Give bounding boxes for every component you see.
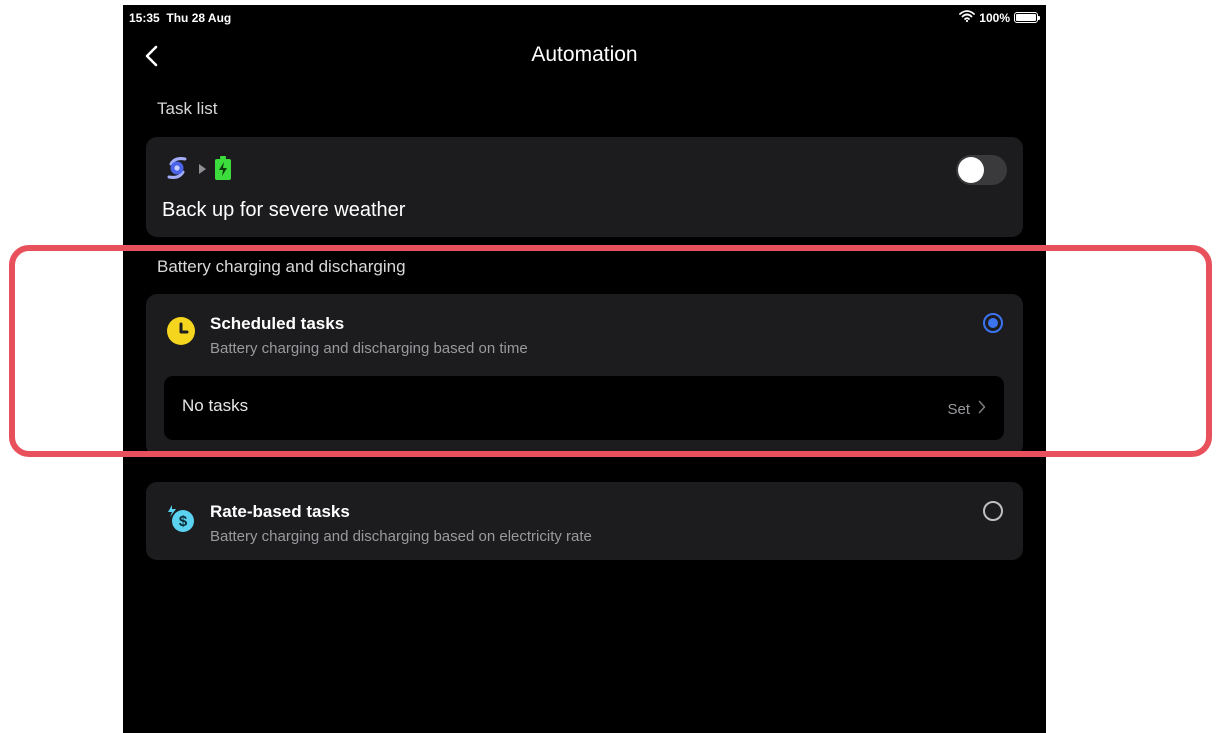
rate-based-tasks-card[interactable]: $ Rate-based tasks Battery charging and … (146, 482, 1023, 560)
status-bar: 15:35 Thu 28 Aug 100% (123, 5, 1046, 29)
status-date: Thu 28 Aug (166, 11, 232, 25)
status-indicators: 100% (959, 10, 1040, 25)
no-tasks-row[interactable]: No tasks Set (164, 376, 1004, 440)
battery-icon (1014, 12, 1040, 23)
page-title: Automation (531, 43, 638, 66)
weather-task-icons (165, 156, 231, 185)
battery-percent: 100% (979, 10, 1010, 25)
section-label-task-list: Task list (157, 99, 218, 118)
scheduled-tasks-radio[interactable] (983, 313, 1003, 333)
set-label: Set (947, 400, 970, 418)
hurricane-icon (165, 156, 189, 185)
severe-weather-toggle[interactable] (956, 155, 1007, 185)
scheduled-tasks-title: Scheduled tasks (210, 314, 345, 333)
rate-based-tasks-title: Rate-based tasks (210, 502, 350, 521)
status-time: 15:35 Thu 28 Aug (129, 11, 231, 25)
scheduled-tasks-card[interactable]: Scheduled tasks Battery charging and dis… (146, 294, 1023, 456)
set-button[interactable]: Set (947, 400, 986, 418)
dollar-rate-icon: $ (166, 504, 196, 534)
battery-charging-icon (215, 156, 231, 185)
rate-based-tasks-radio[interactable] (983, 501, 1003, 521)
status-clock: 15:35 (129, 11, 160, 25)
severe-weather-task-card: Back up for severe weather (146, 137, 1023, 237)
play-arrow-icon (197, 162, 207, 180)
scheduled-tasks-description: Battery charging and discharging based o… (210, 340, 528, 357)
svg-text:$: $ (179, 513, 188, 530)
clock-icon (166, 316, 196, 346)
rate-based-tasks-description: Battery charging and discharging based o… (210, 528, 592, 545)
chevron-right-icon (978, 400, 986, 418)
app-screen: 15:35 Thu 28 Aug 100% Automation Task li… (123, 5, 1046, 733)
section-label-battery: Battery charging and discharging (157, 257, 406, 276)
wifi-icon (959, 10, 976, 25)
no-tasks-label: No tasks (182, 396, 249, 415)
severe-weather-task-title: Back up for severe weather (162, 199, 406, 221)
toggle-knob (958, 157, 984, 183)
